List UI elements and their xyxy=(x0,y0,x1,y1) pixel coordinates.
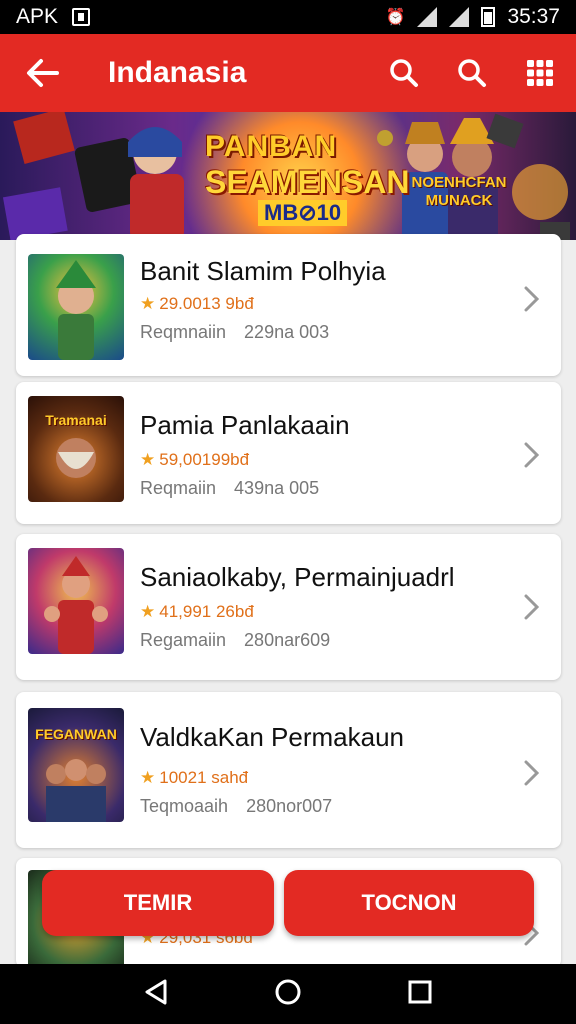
game-title: Pamia Panlakaain xyxy=(140,410,350,440)
search-button-2[interactable] xyxy=(454,55,490,91)
temir-button[interactable]: TEMIR xyxy=(42,870,274,936)
star-icon: ★ xyxy=(140,450,156,469)
search-button[interactable] xyxy=(386,55,422,91)
character-art xyxy=(44,556,108,654)
grid-menu-button[interactable] xyxy=(522,55,558,91)
star-icon: ★ xyxy=(140,294,156,313)
game-meta: Reqmnaiin 229na 003 xyxy=(140,322,330,342)
banner-headline-2: SEAMENSAN xyxy=(205,164,410,200)
back-arrow-icon xyxy=(27,59,59,87)
back-triangle-icon xyxy=(145,979,167,1004)
game-meta: Regamaiin 280nar609 xyxy=(140,630,331,650)
list-item[interactable]: Saniaolkaby, Permainjuadrl ★ 41,991 26bđ … xyxy=(16,534,561,680)
app-bar: Indanasia xyxy=(0,34,576,112)
nav-recents-button[interactable] xyxy=(407,979,433,1010)
game-rating: ★ 41,991 26bđ xyxy=(140,602,254,621)
game-title: Banit Slamim Polhyia xyxy=(140,256,386,286)
banner-headline-1: PANBAN xyxy=(205,130,338,163)
star-icon: ★ xyxy=(140,602,156,621)
tocnon-button[interactable]: TOCNON xyxy=(284,870,534,936)
nav-back-button[interactable] xyxy=(143,978,169,1011)
chevron-right-icon xyxy=(519,440,543,470)
system-nav-bar xyxy=(0,964,576,1024)
game-thumbnail: FEGANWAN xyxy=(28,708,124,822)
game-thumbnail xyxy=(28,254,124,360)
status-bar: APK ⏰ 35:37 xyxy=(0,0,576,34)
game-rating: ★ 10021 sahđ xyxy=(140,768,249,787)
recents-square-icon xyxy=(408,980,432,1003)
search-icon xyxy=(390,59,418,87)
game-thumbnail: Tramanai xyxy=(28,396,124,502)
chevron-right-icon xyxy=(519,592,543,622)
search-icon xyxy=(458,59,486,87)
wifi-icon xyxy=(417,7,438,27)
battery-icon xyxy=(481,7,496,27)
game-meta: Teqmoaaih 280nor007 xyxy=(140,796,333,816)
chevron-right-icon xyxy=(519,284,543,314)
home-circle-icon xyxy=(275,979,301,1004)
banner-headline-3: MB⊘10 xyxy=(258,200,348,226)
list-item[interactable]: Banit Slamim Polhyia ★ 29.0013 9bđ Reqmna… xyxy=(16,234,561,376)
grid-icon xyxy=(527,60,553,86)
game-rating: ★ 59,00199bđ xyxy=(140,450,250,469)
signal-icon xyxy=(449,7,470,27)
game-title: Saniaolkaby, Permainjuadrl xyxy=(140,562,455,592)
list-item[interactable]: Tramanai Pamia Panlakaain ★ 59,00199bđ Re… xyxy=(16,382,561,524)
game-rating: ★ 29.0013 9bđ xyxy=(140,294,254,313)
nav-home-button[interactable] xyxy=(274,978,302,1011)
star-icon: ★ xyxy=(140,768,156,787)
banner-side-tag: NOENHCFAN MUNACK xyxy=(411,174,507,209)
alarm-icon: ⏰ xyxy=(385,9,406,26)
list-item[interactable]: FEGANWAN ValdkaKan Permakaun ★ 10021 sahđ… xyxy=(16,692,561,848)
notification-icon xyxy=(72,8,91,26)
character-art xyxy=(56,260,96,360)
back-button[interactable] xyxy=(22,53,62,93)
game-thumbnail xyxy=(28,548,124,654)
carrier-label: APK xyxy=(16,5,59,28)
page-title: Indanasia xyxy=(108,56,247,89)
promo-banner[interactable]: PANBAN SEAMENSAN MB⊘10 NOENHCFAN MUNACK xyxy=(0,112,576,240)
chevron-right-icon xyxy=(519,758,543,788)
game-meta: Reqmaiin 439na 005 xyxy=(140,478,320,498)
game-title: ValdkaKan Permakaun xyxy=(140,722,405,752)
clock: 35:37 xyxy=(507,5,560,28)
